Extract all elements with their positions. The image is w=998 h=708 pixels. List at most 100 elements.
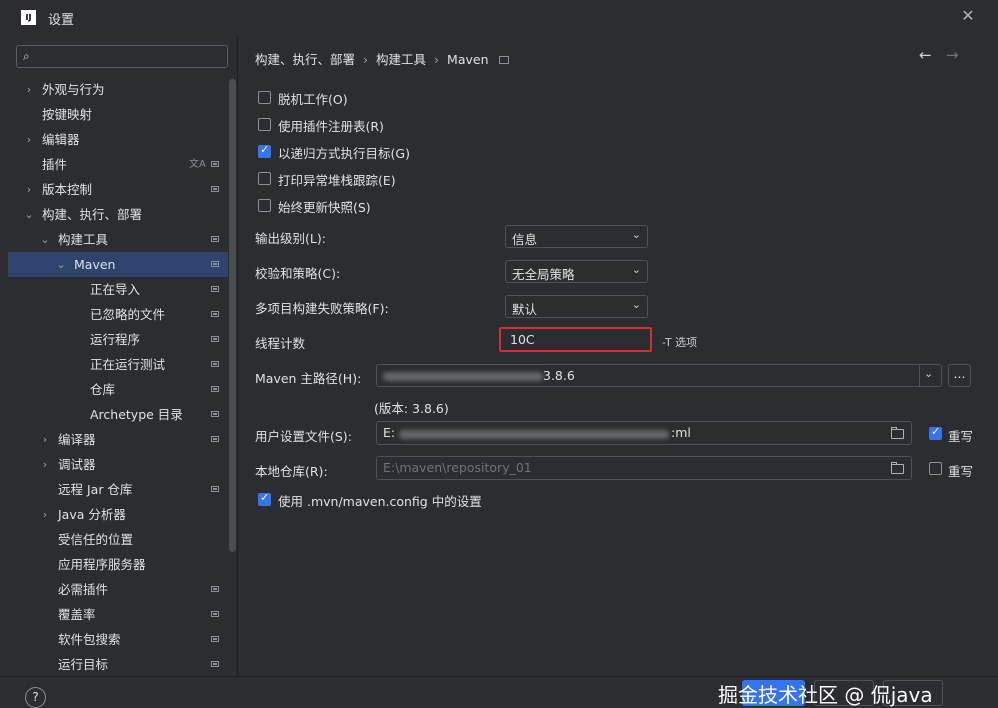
sidebar-item-archetype-catalogs[interactable]: Archetype 目录 [8, 402, 228, 427]
chevron-right-icon[interactable]: › [39, 427, 51, 452]
chevron-right-icon[interactable]: › [23, 127, 35, 152]
offline-checkbox[interactable] [258, 91, 271, 104]
sidebar-item-build-tools[interactable]: ⌄ 构建工具 [8, 227, 228, 252]
intellij-logo-icon: IJ [21, 10, 36, 25]
sidebar-item-label: 编译器 [58, 432, 96, 447]
user-settings-value-prefix: E: [383, 425, 396, 440]
sidebar-item-label: 调试器 [58, 457, 96, 472]
project-settings-icon [211, 311, 219, 317]
sidebar-item-label: 运行目标 [58, 657, 109, 672]
sidebar-item-required-plugins[interactable]: 必需插件 [8, 577, 228, 602]
always-update-snapshots-checkbox[interactable] [258, 199, 271, 212]
chevron-right-icon[interactable]: › [39, 452, 51, 477]
sidebar-item-ignored-files[interactable]: 已忽略的文件 [8, 302, 228, 327]
recursive-goals-label: 以递归方式执行目标(G) [278, 146, 410, 161]
sidebar-item-keymap[interactable]: 按键映射 [8, 102, 228, 127]
user-settings-override-checkbox[interactable] [929, 425, 942, 440]
redacted-path [399, 430, 669, 439]
browse-maven-home-button[interactable]: ... [948, 364, 971, 387]
breadcrumb-item: Maven [447, 52, 489, 67]
search-input[interactable] [39, 47, 223, 67]
user-settings-input[interactable]: E: :ml [376, 421, 912, 445]
thread-count-input[interactable]: 10C [499, 327, 652, 352]
project-settings-icon [211, 436, 219, 442]
title-bar: IJ 设置 ✕ [0, 0, 998, 36]
chevron-down-icon[interactable]: ⌄ [39, 227, 51, 252]
sidebar-item-label: 远程 Jar 仓库 [58, 482, 133, 497]
maven-home-combo[interactable]: 3.8.6 ⌄ [376, 364, 942, 387]
folder-icon[interactable] [891, 462, 904, 474]
chevron-down-icon[interactable]: ⌄ [55, 252, 67, 277]
forward-arrow-icon[interactable]: → [946, 46, 959, 64]
sidebar-item-label: 编辑器 [42, 132, 80, 147]
breadcrumb-item: 构建工具 [376, 52, 427, 67]
recursive-goals-checkbox[interactable] [258, 143, 271, 158]
sidebar-item-run-targets[interactable]: 运行目标 [8, 652, 228, 677]
sidebar-item-importing[interactable]: 正在导入 [8, 277, 228, 302]
select-value: 默认 [512, 302, 538, 317]
maven-home-value: 3.8.6 [543, 368, 575, 383]
sidebar-item-label: 应用程序服务器 [58, 557, 146, 572]
select-value: 无全局策略 [512, 267, 575, 282]
chevron-right-icon[interactable]: › [23, 177, 35, 202]
project-settings-icon [211, 261, 219, 267]
sidebar-item-label: 版本控制 [42, 182, 93, 197]
plugin-registry-checkbox[interactable] [258, 118, 271, 131]
local-repository-input[interactable]: E:\maven\repository_01 [376, 456, 912, 480]
local-repository-override-checkbox[interactable] [929, 462, 942, 475]
sidebar-item-debugger[interactable]: › 调试器 [8, 452, 228, 477]
sidebar-item-label: Java 分析器 [58, 507, 126, 522]
sidebar-item-application-servers[interactable]: 应用程序服务器 [8, 552, 228, 577]
user-settings-override-label: 重写 [948, 429, 974, 444]
mvn-config-label: 使用 .mvn/maven.config 中的设置 [278, 494, 482, 509]
back-arrow-icon[interactable]: ← [919, 46, 932, 64]
mvn-config-checkbox[interactable] [258, 491, 271, 506]
chevron-right-icon[interactable]: › [39, 502, 51, 527]
sidebar-item-build-execution-deployment[interactable]: ⌄ 构建、执行、部署 [8, 202, 228, 227]
chevron-down-icon[interactable]: ⌄ [924, 367, 933, 380]
sidebar-item-label: 构建、执行、部署 [42, 207, 143, 222]
search-icon: ⌕ [23, 49, 30, 63]
sidebar-item-trusted-locations[interactable]: 受信任的位置 [8, 527, 228, 552]
sidebar-item-label: 插件 [42, 157, 68, 172]
sidebar-item-coverage[interactable]: 覆盖率 [8, 602, 228, 627]
sidebar-item-remote-jar-repositories[interactable]: 远程 Jar 仓库 [8, 477, 228, 502]
help-icon[interactable]: ? [25, 687, 46, 708]
output-level-select[interactable]: 信息 ⌄ [505, 225, 648, 248]
sidebar-item-package-search[interactable]: 软件包搜索 [8, 627, 228, 652]
maven-version-text: (版本: 3.8.6) [374, 401, 449, 416]
chevron-down-icon[interactable]: ⌄ [23, 202, 35, 227]
sidebar-scrollbar[interactable] [229, 79, 236, 552]
sidebar-item-editor[interactable]: › 编辑器 [8, 127, 228, 152]
sidebar-item-label: 覆盖率 [58, 607, 96, 622]
sidebar-item-label: 正在导入 [90, 282, 141, 297]
close-icon[interactable]: ✕ [958, 6, 978, 26]
breadcrumb: 构建、执行、部署 › 构建工具 › Maven [255, 49, 509, 68]
sidebar-item-repositories[interactable]: 仓库 [8, 377, 228, 402]
chevron-right-icon[interactable]: › [23, 77, 35, 102]
settings-search[interactable]: ⌕ [16, 45, 228, 68]
sidebar-item-label: 外观与行为 [42, 82, 105, 97]
sidebar-item-maven[interactable]: ⌄ Maven [8, 252, 228, 277]
folder-icon[interactable] [891, 427, 904, 439]
local-repository-value: E:\maven\repository_01 [383, 460, 532, 475]
plugin-registry-label: 使用插件注册表(R) [278, 119, 384, 134]
print-stacktrace-checkbox[interactable] [258, 172, 271, 185]
sidebar-item-running-tests[interactable]: 正在运行测试 [8, 352, 228, 377]
settings-sidebar: ⌕ › 外观与行为 按键映射 › 编辑器 插件 文A › 版本控制 ⌄ 构建、执… [0, 36, 237, 676]
breadcrumb-separator: › [434, 52, 440, 67]
sidebar-item-java-profiler[interactable]: › Java 分析器 [8, 502, 228, 527]
multiproject-fail-policy-select[interactable]: 默认 ⌄ [505, 295, 648, 318]
sidebar-item-vcs[interactable]: › 版本控制 [8, 177, 228, 202]
breadcrumb-item: 构建、执行、部署 [255, 52, 356, 67]
checksum-policy-select[interactable]: 无全局策略 ⌄ [505, 260, 648, 283]
sidebar-item-compiler[interactable]: › 编译器 [8, 427, 228, 452]
project-settings-icon [211, 286, 219, 292]
sidebar-item-appearance[interactable]: › 外观与行为 [8, 77, 228, 102]
sidebar-item-label: 必需插件 [58, 582, 109, 597]
multiproject-fail-policy-label: 多项目构建失败策略(F): [255, 301, 389, 316]
sidebar-item-runner[interactable]: 运行程序 [8, 327, 228, 352]
project-settings-icon [211, 586, 219, 592]
sidebar-item-label: 正在运行测试 [90, 357, 166, 372]
sidebar-item-plugins[interactable]: 插件 文A [8, 152, 228, 177]
